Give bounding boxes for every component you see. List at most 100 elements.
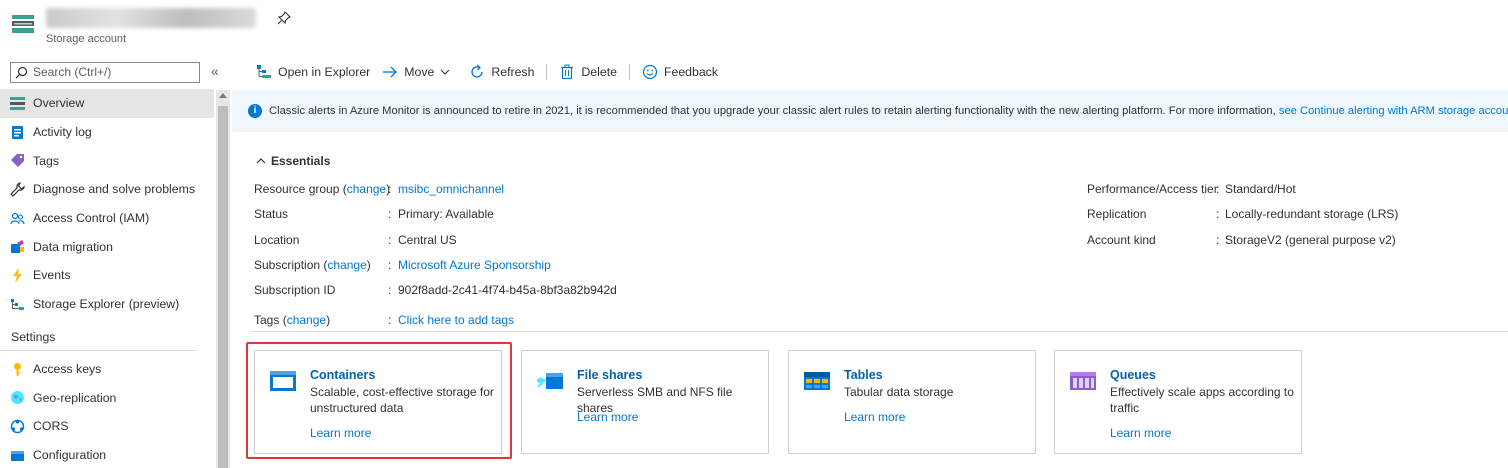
- learn-more-link[interactable]: Learn more: [1110, 426, 1171, 440]
- storage-explorer-icon: [11, 298, 24, 310]
- tags-label-container: Tags (change): [254, 313, 331, 327]
- sidebar: Search (Ctrl+/) « Overview Activity log …: [0, 56, 230, 468]
- scroll-up-arrow-icon[interactable]: [219, 93, 227, 98]
- sidebar-item-configuration[interactable]: Configuration: [0, 441, 214, 468]
- tags-label: Tags: [254, 313, 280, 327]
- sidebar-item-data-migration[interactable]: Data migration: [0, 232, 214, 261]
- command-bar: Open in Explorer Move Refresh Delete Fee…: [256, 62, 730, 82]
- service-card-tables[interactable]: Tables Tabular data storage Learn more: [788, 350, 1036, 454]
- change-subscription-link[interactable]: change: [327, 258, 366, 272]
- sidebar-item-diagnose[interactable]: Diagnose and solve problems: [0, 175, 214, 204]
- delete-button[interactable]: Delete: [559, 62, 617, 82]
- sidebar-item-tags[interactable]: Tags: [0, 146, 214, 175]
- delete-label: Delete: [581, 65, 617, 79]
- resource-group-value[interactable]: msibc_omnichannel: [398, 182, 504, 196]
- info-banner-link[interactable]: see Continue alerting with ARM storage a…: [1279, 105, 1508, 117]
- sidebar-item-label: Data migration: [33, 239, 113, 254]
- sidebar-item-label: Diagnose and solve problems: [33, 182, 196, 197]
- change-resource-group-link[interactable]: change: [347, 182, 386, 196]
- sidebar-item-cors[interactable]: CORS: [0, 412, 214, 441]
- sidebar-item-label: Activity log: [33, 125, 92, 140]
- colon: :: [388, 182, 392, 196]
- colon: :: [388, 313, 392, 327]
- performance-value: Standard/Hot: [1225, 182, 1296, 196]
- scrollbar-thumb[interactable]: [218, 106, 228, 468]
- resource-name: [46, 8, 256, 28]
- account-kind-value: StorageV2 (general purpose v2): [1225, 233, 1396, 247]
- sidebar-nav: Overview Activity log Tags Diagnose and …: [0, 89, 214, 468]
- location-value: Central US: [398, 233, 457, 247]
- settings-section-heading: Settings: [0, 319, 198, 351]
- sidebar-item-storage-explorer[interactable]: Storage Explorer (preview): [0, 290, 214, 319]
- performance-label: Performance/Access tier: [1087, 182, 1218, 196]
- colon: :: [388, 233, 392, 247]
- refresh-button[interactable]: Refresh: [469, 62, 534, 82]
- toolbar-divider: [628, 64, 630, 80]
- cors-icon: [10, 419, 25, 434]
- move-label: Move: [404, 65, 435, 79]
- open-in-explorer-label: Open in Explorer: [278, 65, 371, 79]
- sidebar-item-label: Access keys: [33, 361, 102, 376]
- open-in-explorer-icon: [257, 65, 271, 78]
- card-description: Effectively scale apps according to traf…: [1110, 385, 1294, 415]
- colon: :: [1216, 182, 1220, 196]
- chevron-down-icon: [440, 69, 450, 75]
- subscription-id-value: 902f8add-2c41-4f74-b45a-8bf3a82b942d: [398, 283, 617, 297]
- refresh-icon: [471, 64, 484, 78]
- sidebar-item-access-keys[interactable]: Access keys: [0, 355, 214, 384]
- sidebar-item-label: CORS: [33, 419, 69, 434]
- sidebar-item-label: Storage Explorer (preview): [33, 297, 180, 312]
- replication-label: Replication: [1087, 207, 1147, 221]
- info-icon: i: [248, 104, 262, 118]
- info-banner: i Classic alerts in Azure Monitor is ann…: [232, 90, 1508, 132]
- resource-group-label-container: Resource group (change): [254, 182, 391, 196]
- move-button[interactable]: Move: [382, 62, 457, 82]
- wrench-icon: [10, 182, 25, 197]
- location-label: Location: [254, 233, 300, 247]
- feedback-button[interactable]: Feedback: [642, 62, 718, 82]
- sidebar-item-label: Geo-replication: [33, 390, 117, 405]
- change-tags-link[interactable]: change: [287, 313, 326, 327]
- sidebar-item-label: Configuration: [33, 447, 107, 462]
- colon: :: [1216, 207, 1220, 221]
- essentials-toggle[interactable]: Essentials: [256, 154, 330, 168]
- card-title[interactable]: Queues: [1110, 368, 1156, 382]
- sidebar-scrollbar[interactable]: [216, 90, 230, 468]
- storage-account-icon: [12, 15, 34, 33]
- resource-header: Storage account: [0, 0, 1508, 52]
- card-title[interactable]: Tables: [844, 368, 883, 382]
- lightning-icon: [13, 268, 22, 284]
- pin-icon[interactable]: [276, 10, 292, 26]
- search-placeholder: Search (Ctrl+/): [33, 65, 112, 79]
- service-card-queues[interactable]: Queues Effectively scale apps according …: [1054, 350, 1302, 454]
- data-migration-icon: [11, 240, 24, 254]
- service-card-file-shares[interactable]: File shares Serverless SMB and NFS file …: [521, 350, 769, 454]
- overview-icon: [10, 97, 25, 110]
- open-in-explorer-button[interactable]: Open in Explorer: [256, 62, 370, 82]
- essentials-heading: Essentials: [271, 154, 331, 168]
- toolbar-divider: [546, 64, 548, 80]
- sidebar-item-label: Tags: [33, 153, 59, 168]
- add-tags-link[interactable]: Click here to add tags: [398, 313, 514, 327]
- subscription-label-container: Subscription (change): [254, 258, 371, 272]
- account-kind-label: Account kind: [1087, 233, 1156, 247]
- learn-more-link[interactable]: Learn more: [577, 410, 638, 424]
- info-banner-text-container: Classic alerts in Azure Monitor is annou…: [269, 105, 1508, 117]
- collapse-sidebar-button[interactable]: «: [211, 63, 219, 79]
- sidebar-item-label: Events: [33, 268, 71, 283]
- smiley-icon: [642, 64, 658, 80]
- sidebar-item-overview[interactable]: Overview: [0, 89, 214, 118]
- colon: :: [388, 258, 392, 272]
- sidebar-item-access-control[interactable]: Access Control (IAM): [0, 204, 214, 233]
- sidebar-item-geo-replication[interactable]: Geo-replication: [0, 383, 214, 412]
- search-input[interactable]: Search (Ctrl+/): [10, 62, 200, 83]
- sidebar-item-activity-log[interactable]: Activity log: [0, 118, 214, 147]
- resource-group-label: Resource group: [254, 182, 340, 196]
- card-title[interactable]: File shares: [577, 368, 642, 382]
- status-label: Status: [254, 207, 289, 221]
- trash-icon: [561, 64, 574, 80]
- subscription-value[interactable]: Microsoft Azure Sponsorship: [398, 258, 551, 272]
- sidebar-item-events[interactable]: Events: [0, 261, 214, 290]
- learn-more-link[interactable]: Learn more: [844, 410, 905, 424]
- tag-icon: [11, 154, 24, 168]
